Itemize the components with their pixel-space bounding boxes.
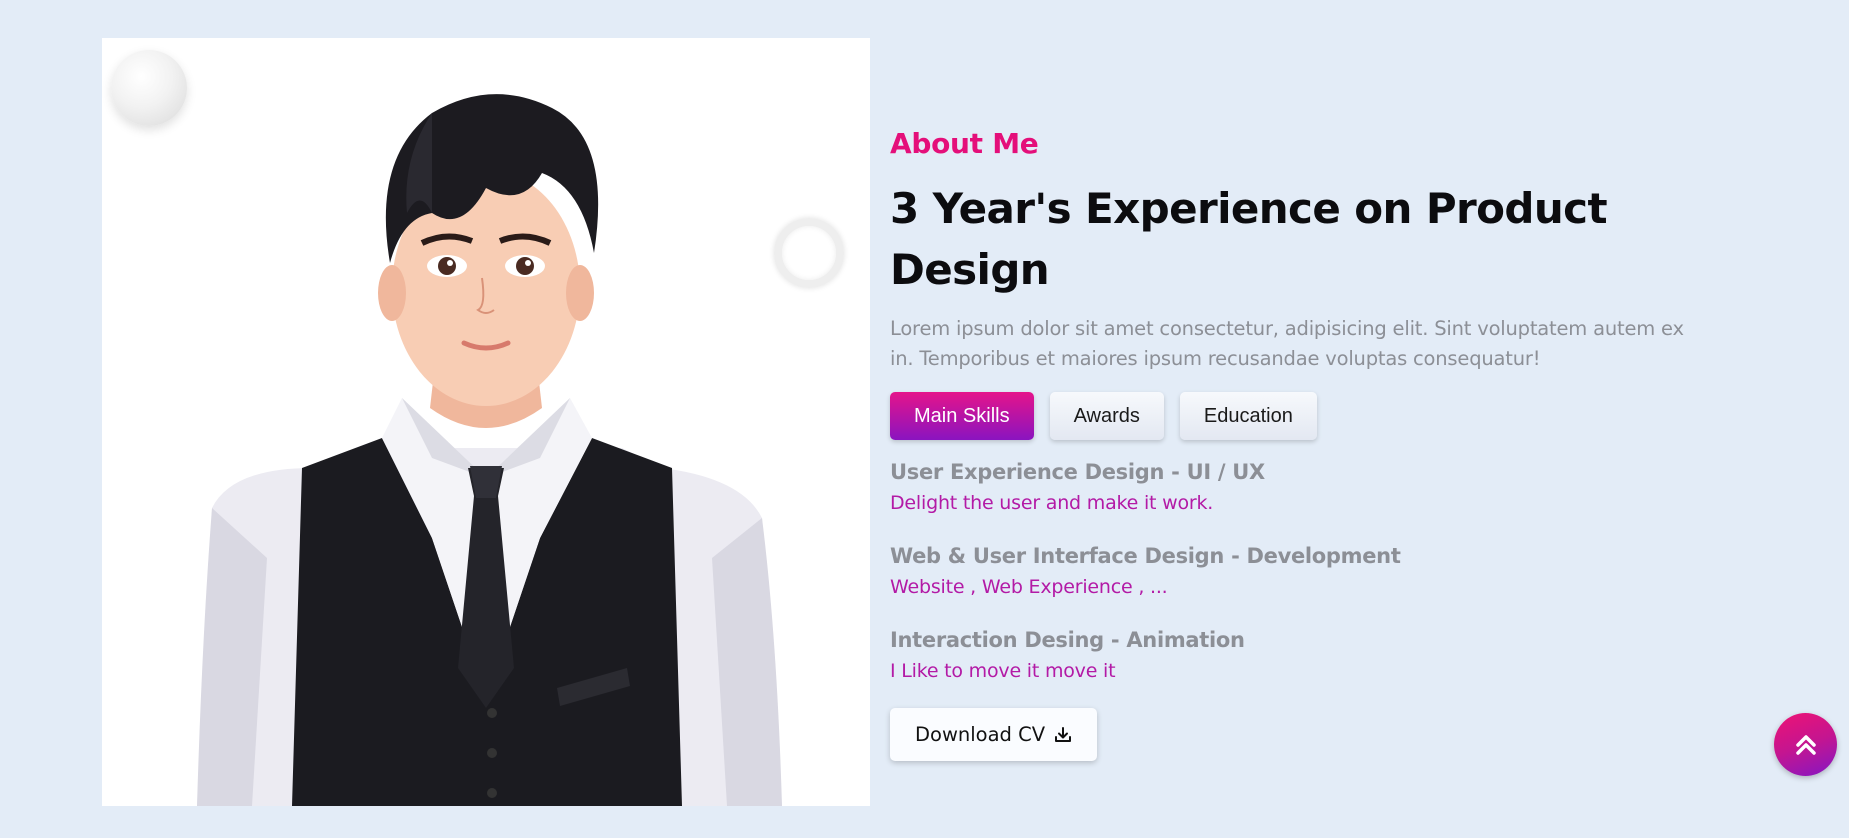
intro-paragraph: Lorem ipsum dolor sit amet consectetur, … <box>890 317 1684 370</box>
page-title: 3 Year's Experience on Product Design <box>890 184 1608 294</box>
skill-title: Web & User Interface Design - Developmen… <box>890 544 1401 568</box>
tab-education[interactable]: Education <box>1179 392 1317 440</box>
list-item: Web & User Interface Design - Developmen… <box>890 540 1690 602</box>
skill-description: I Like to move it move it <box>890 660 1116 682</box>
download-icon <box>1055 726 1072 742</box>
skills-list: User Experience Design - UI / UX Delight… <box>890 456 1690 686</box>
profile-portrait-illustration <box>197 94 782 806</box>
scroll-to-top-button[interactable] <box>1774 713 1837 776</box>
download-cv-button[interactable]: Download CV <box>890 708 1098 761</box>
decorative-bubble <box>111 50 187 126</box>
list-item: Interaction Desing - Animation I Like to… <box>890 624 1690 686</box>
download-cv-label: Download CV <box>915 723 1046 746</box>
decorative-ring <box>774 218 844 288</box>
tab-awards[interactable]: Awards <box>1049 392 1164 440</box>
skills-tabs: Main Skills Awards Education <box>890 392 1690 440</box>
skill-title: Interaction Desing - Animation <box>890 628 1245 652</box>
double-chevron-up-icon <box>1795 734 1816 755</box>
skill-title: User Experience Design - UI / UX <box>890 460 1265 484</box>
section-eyebrow: About Me <box>890 127 1039 160</box>
about-content: About Me 3 Year's Experience on Product … <box>890 124 1690 761</box>
list-item: User Experience Design - UI / UX Delight… <box>890 456 1690 518</box>
skill-description: Website , Web Experience , ... <box>890 576 1168 598</box>
tab-main-skills[interactable]: Main Skills <box>890 392 1034 440</box>
profile-photo-panel <box>102 38 870 806</box>
skill-description: Delight the user and make it work. <box>890 492 1214 514</box>
